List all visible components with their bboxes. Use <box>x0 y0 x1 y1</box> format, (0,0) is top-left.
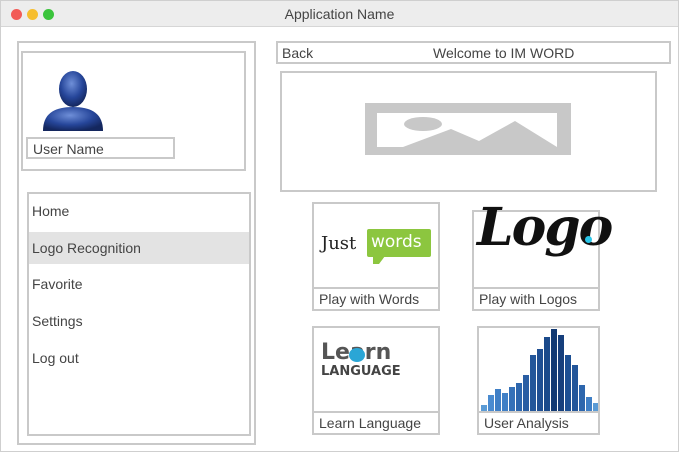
nav-item-settings[interactable]: Settings <box>29 305 249 337</box>
just-words-logo: Just words <box>321 229 431 271</box>
logo-wordmark: Logo <box>477 197 613 258</box>
tile-label-play-with-words: Play with Words <box>312 287 440 311</box>
back-button[interactable]: Back <box>282 45 313 61</box>
username-label: User Name <box>33 141 104 157</box>
nav-item-logo-recognition[interactable]: Logo Recognition <box>29 232 249 264</box>
tile-label-learn-language: Learn Language <box>312 411 440 435</box>
app-window: Application Name User Name Home Logo Rec… <box>0 0 679 452</box>
user-avatar-icon <box>39 65 107 133</box>
nav-item-favorite[interactable]: Favorite <box>29 268 249 300</box>
nav-item-logout[interactable]: Log out <box>29 342 249 374</box>
tile-label-user-analysis: User Analysis <box>477 411 600 435</box>
bar-chart-icon <box>479 327 599 413</box>
tile-label-play-with-logos: Play with Logos <box>472 287 600 311</box>
page-title: Welcome to IM WORD <box>433 45 575 61</box>
nav-item-home[interactable]: Home <box>29 195 249 227</box>
window-title: Application Name <box>284 6 395 22</box>
learn-language-logo: Learn LANGUAGE <box>321 340 433 384</box>
title-bar: Application Name <box>1 1 678 27</box>
image-placeholder-icon <box>365 103 573 157</box>
